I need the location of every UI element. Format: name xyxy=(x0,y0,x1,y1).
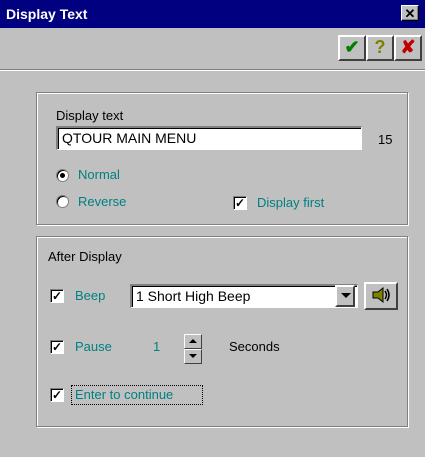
ok-button[interactable]: ✔ xyxy=(338,35,366,61)
display-first-label[interactable]: Display first xyxy=(257,195,324,210)
question-icon: ? xyxy=(374,37,386,57)
stepper-up-icon[interactable] xyxy=(184,334,202,349)
beep-label[interactable]: Beep xyxy=(75,288,105,303)
close-icon: ✕ xyxy=(404,6,416,21)
display-text-input[interactable]: QTOUR MAIN MENU xyxy=(56,126,362,150)
help-button[interactable]: ? xyxy=(366,35,394,61)
pause-stepper[interactable] xyxy=(184,334,202,364)
normal-radio-label[interactable]: Normal xyxy=(78,167,120,182)
enter-checkbox[interactable]: ✓ xyxy=(50,388,64,402)
beep-select[interactable]: 1 Short High Beep xyxy=(130,284,358,308)
speaker-icon xyxy=(372,286,390,304)
close-button[interactable]: ✕ xyxy=(401,5,419,21)
cancel-button[interactable]: ✘ xyxy=(394,35,422,61)
beep-dropdown-button[interactable] xyxy=(335,285,355,307)
toolbar: ✔ ? ✘ xyxy=(0,28,425,70)
play-beep-button[interactable] xyxy=(364,282,398,310)
enter-label[interactable]: Enter to continue xyxy=(75,387,173,402)
title-bar: Display Text ✕ xyxy=(0,0,425,28)
beep-checkbox[interactable]: ✓ xyxy=(50,289,64,303)
stepper-down-icon[interactable] xyxy=(184,349,202,364)
char-count: 15 xyxy=(378,132,393,147)
check-icon: ✔ xyxy=(344,37,360,57)
after-display-label: After Display xyxy=(48,249,122,264)
pause-value[interactable]: 1 xyxy=(153,339,160,354)
reverse-radio[interactable] xyxy=(56,195,69,208)
display-text-label: Display text xyxy=(56,108,124,123)
x-icon: ✘ xyxy=(400,37,416,57)
dialog-window: Display Text ✕ ✔ ? ✘ Display text QTOUR … xyxy=(0,0,425,457)
pause-checkbox[interactable]: ✓ xyxy=(50,340,64,354)
display-first-checkbox[interactable]: ✓ xyxy=(233,196,247,210)
window-title: Display Text xyxy=(6,6,88,22)
pause-label[interactable]: Pause xyxy=(75,339,112,354)
normal-radio[interactable] xyxy=(56,169,69,182)
pause-unit: Seconds xyxy=(229,339,280,354)
reverse-radio-label[interactable]: Reverse xyxy=(78,194,126,209)
